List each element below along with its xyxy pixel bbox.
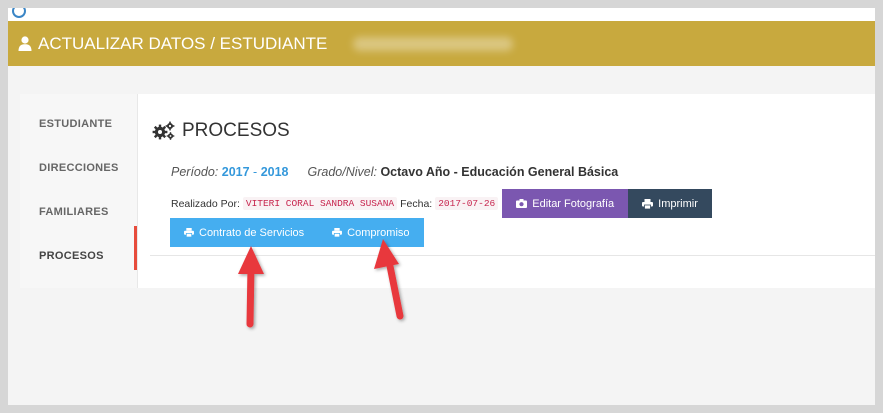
- year-start: 2017: [221, 165, 250, 179]
- realizado-value: VITERI CORAL SANDRA SUSANA: [242, 197, 398, 210]
- top-strip: [8, 8, 875, 21]
- sidebar-item-direcciones[interactable]: DIRECCIONES: [39, 162, 119, 174]
- browser-frame: ACTUALIZAR DATOS / ESTUDIANTE ESTUDIANTE…: [8, 8, 875, 405]
- grado-label: Grado/Nivel:: [307, 165, 377, 179]
- procesos-title: PROCESOS: [182, 120, 290, 141]
- periodo-line: Período: 2017 - 2018 Grado/Nivel: Octavo…: [171, 165, 618, 179]
- logo-icon: [12, 8, 26, 18]
- print-button[interactable]: Imprimir: [628, 189, 712, 218]
- service-contract-button[interactable]: Contrato de Servicios: [170, 218, 319, 247]
- service-contract-label: Contrato de Servicios: [199, 226, 305, 239]
- print-icon: [332, 228, 343, 237]
- arrow-annotation-commitment: [374, 239, 404, 320]
- year-separator: -: [253, 165, 258, 179]
- active-indicator: [134, 226, 137, 270]
- fecha-value: 2017-07-26: [435, 197, 499, 210]
- page-title: ACTUALIZAR DATOS / ESTUDIANTE: [38, 34, 328, 53]
- arrow-annotation-contract: [238, 246, 264, 328]
- gears-icon: [152, 121, 175, 140]
- redacted-student-name: [353, 36, 514, 51]
- print-label: Imprimir: [658, 197, 698, 210]
- page-header: ACTUALIZAR DATOS / ESTUDIANTE: [8, 21, 875, 66]
- student-card: ESTUDIANTE DIRECCIONES FAMILIARES PROCES…: [20, 94, 875, 288]
- print-icon: [642, 198, 654, 209]
- user-icon: [18, 36, 32, 51]
- grado-value: Octavo Año - Educación General Básica: [380, 165, 619, 179]
- fecha-label: Fecha:: [400, 197, 433, 210]
- sidebar: ESTUDIANTE DIRECCIONES FAMILIARES PROCES…: [20, 94, 138, 288]
- camera-icon: [516, 199, 528, 208]
- sidebar-item-familiares[interactable]: FAMILIARES: [39, 206, 109, 218]
- content-area: ESTUDIANTE DIRECCIONES FAMILIARES PROCES…: [8, 66, 875, 405]
- procesos-heading: PROCESOS: [152, 120, 290, 142]
- print-icon: [184, 228, 194, 237]
- realizado-label: Realizado Por:: [171, 197, 240, 210]
- header-title-group: ACTUALIZAR DATOS / ESTUDIANTE: [18, 21, 514, 66]
- sidebar-item-estudiante[interactable]: ESTUDIANTE: [39, 118, 112, 130]
- edit-photo-button[interactable]: Editar Fotografía: [502, 189, 629, 218]
- edit-photo-label: Editar Fotografía: [532, 197, 615, 210]
- sidebar-item-procesos[interactable]: PROCESOS: [39, 250, 104, 262]
- year-end: 2018: [260, 165, 289, 179]
- realizado-line: Realizado Por: VITERI CORAL SANDRA SUSAN…: [171, 189, 712, 218]
- periodo-label: Período:: [171, 165, 219, 179]
